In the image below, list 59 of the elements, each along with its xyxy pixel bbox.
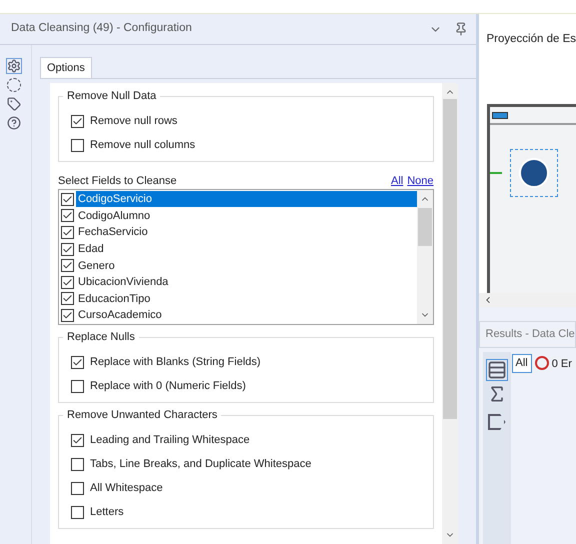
scrollbar[interactable]	[442, 83, 458, 544]
field-item[interactable]: CodigoServicio	[76, 191, 417, 208]
field-item[interactable]: UbicacionVivienda	[76, 274, 417, 290]
option-label: Replace with Blanks (String Fields)	[90, 354, 261, 370]
section-title: Select Fields to Cleanse	[58, 174, 177, 188]
option-label: Replace with 0 (Numeric Fields)	[90, 378, 246, 394]
option-label: All Whitespace	[90, 480, 163, 496]
checkbox[interactable]	[71, 482, 84, 494]
checkbox[interactable]	[61, 209, 74, 222]
scrollbar[interactable]	[416, 190, 433, 324]
section-title: Replace Nulls	[63, 330, 139, 344]
checkbox[interactable]	[71, 380, 84, 392]
help-icon[interactable]	[6, 116, 20, 130]
field-item[interactable]: EducacionTipo	[76, 290, 417, 307]
option-label: Letters	[90, 504, 124, 520]
all-filter-button[interactable]: All	[512, 354, 532, 373]
select-link[interactable]: All	[390, 174, 404, 188]
connection-line	[490, 172, 502, 174]
options-tab[interactable]: Options	[40, 57, 92, 78]
scroll-thumb[interactable]	[418, 208, 432, 246]
option-label: Remove null rows	[90, 114, 178, 129]
checkbox[interactable]	[61, 242, 74, 256]
horizontal-scrollbar[interactable]	[478, 293, 576, 307]
checkbox[interactable]	[61, 259, 74, 272]
option-label: Remove null columns	[90, 138, 196, 153]
results-title: Results - Data Cle	[486, 327, 575, 342]
field-item[interactable]: CursoAcademico	[76, 307, 417, 324]
panel-title: Data Cleansing (49) - Configuration	[11, 21, 192, 36]
checkbox[interactable]	[61, 192, 74, 206]
checkbox[interactable]	[71, 434, 84, 446]
checkbox[interactable]	[61, 292, 74, 306]
error-icon	[534, 356, 549, 370]
workflow-title: Proyección de Es	[486, 33, 576, 45]
container-toggle-icon[interactable]	[492, 112, 508, 118]
select-link[interactable]: None	[407, 174, 434, 188]
field-item[interactable]: FechaServicio	[76, 224, 417, 240]
scroll-thumb[interactable]	[442, 99, 457, 419]
annotation-icon[interactable]	[6, 78, 20, 92]
field-item[interactable]: CodigoAlumno	[76, 208, 417, 224]
cleansing-tool-icon	[518, 158, 548, 188]
checkbox[interactable]	[71, 356, 84, 368]
checkbox[interactable]	[61, 308, 74, 322]
checkbox[interactable]	[71, 138, 84, 152]
tag-icon[interactable]	[6, 97, 20, 111]
rows-icon[interactable]	[486, 360, 506, 380]
checkbox[interactable]	[71, 458, 84, 470]
checkbox[interactable]	[61, 226, 74, 239]
error-count[interactable]: 0 Er	[552, 356, 572, 372]
pin-icon[interactable]	[454, 22, 468, 36]
settings-icon[interactable]	[6, 59, 20, 73]
tag-shape-icon[interactable]	[488, 414, 506, 430]
option-label: Tabs, Line Breaks, and Duplicate Whitespace	[90, 456, 312, 472]
field-item[interactable]: Genero	[76, 258, 417, 274]
checkbox[interactable]	[71, 114, 84, 128]
checkbox[interactable]	[71, 506, 84, 518]
field-item[interactable]: Edad	[76, 241, 417, 258]
data-cleansing-tool[interactable]	[510, 149, 558, 197]
checkbox[interactable]	[61, 276, 74, 289]
option-label: Leading and Trailing Whitespace	[90, 432, 250, 448]
